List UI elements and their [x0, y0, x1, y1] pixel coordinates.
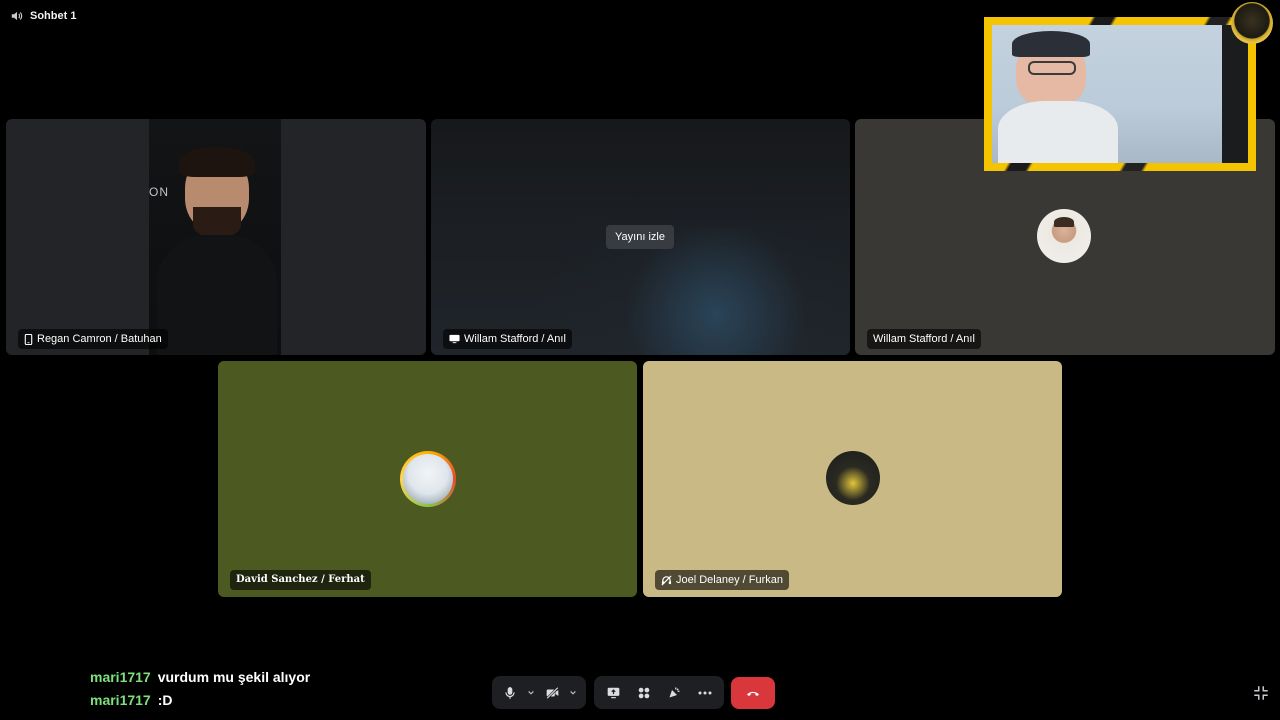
- participant-name-label: Willam Stafford / Anıl: [867, 329, 981, 349]
- participant-tile[interactable]: David Sanchez / Ferhat: [218, 361, 637, 597]
- mobile-phone-icon: [24, 333, 33, 345]
- more-icon: [698, 691, 712, 694]
- microphone-icon: [505, 686, 515, 699]
- chat-message: mari1717 :D: [90, 689, 310, 712]
- chat-text: :D: [157, 692, 173, 708]
- soundboard-icon: [669, 687, 680, 698]
- hangup-icon: [747, 691, 759, 696]
- channel-name: Sohbet 1: [30, 10, 77, 22]
- screen-share-icon: [449, 334, 460, 344]
- soundboard-button[interactable]: [661, 679, 688, 707]
- speaker-icon: [11, 11, 23, 21]
- chevron-down-icon: [570, 690, 576, 695]
- participant-name-label: Regan Camron / Batuhan: [18, 329, 168, 349]
- chat-message: mari1717 vurdum mu şekil alıyor: [90, 666, 310, 689]
- webcam-video: [992, 25, 1248, 163]
- voice-controls: [492, 676, 586, 709]
- screen-share-icon: [607, 687, 620, 698]
- microphone-button[interactable]: [498, 679, 522, 707]
- chat-username: mari1717: [90, 692, 151, 708]
- channel-header: Sohbet 1: [10, 8, 76, 24]
- participant-name-label: Willam Stafford / Anıl: [443, 329, 572, 349]
- watch-stream-button[interactable]: Yayını izle: [606, 225, 674, 249]
- camera-button[interactable]: [540, 679, 564, 707]
- video-feed: ON: [149, 119, 281, 355]
- microphone-options[interactable]: [524, 679, 538, 707]
- minimize-icon: [1254, 686, 1268, 700]
- avatar: [400, 451, 456, 507]
- action-controls: [594, 676, 724, 709]
- avatar: [1037, 209, 1091, 263]
- participant-name-label: David Sanchez / Ferhat: [230, 570, 371, 590]
- chevron-down-icon: [528, 690, 534, 695]
- participant-tile[interactable]: ON Regan Camron / Batuhan: [6, 119, 426, 355]
- webcam-overlay: [984, 17, 1256, 171]
- more-options-button[interactable]: [692, 679, 719, 707]
- share-screen-button[interactable]: [600, 679, 627, 707]
- exit-fullscreen-button[interactable]: [1252, 684, 1270, 702]
- disconnect-button[interactable]: [731, 677, 775, 709]
- chat-username: mari1717: [90, 669, 151, 685]
- activities-icon: [638, 687, 649, 698]
- logo-badge: [1231, 2, 1273, 44]
- camera-off-icon: [546, 686, 559, 699]
- activities-button[interactable]: [631, 679, 658, 707]
- camera-options[interactable]: [566, 679, 580, 707]
- deafened-icon: [661, 574, 672, 586]
- chat-text: vurdum mu şekil alıyor: [157, 669, 311, 685]
- chat-overlay: mari1717 vurdum mu şekil alıyor mari1717…: [90, 666, 310, 712]
- participant-tile[interactable]: Joel Delaney / Furkan: [643, 361, 1062, 597]
- participant-name-label: Joel Delaney / Furkan: [655, 570, 789, 590]
- avatar: [826, 451, 880, 505]
